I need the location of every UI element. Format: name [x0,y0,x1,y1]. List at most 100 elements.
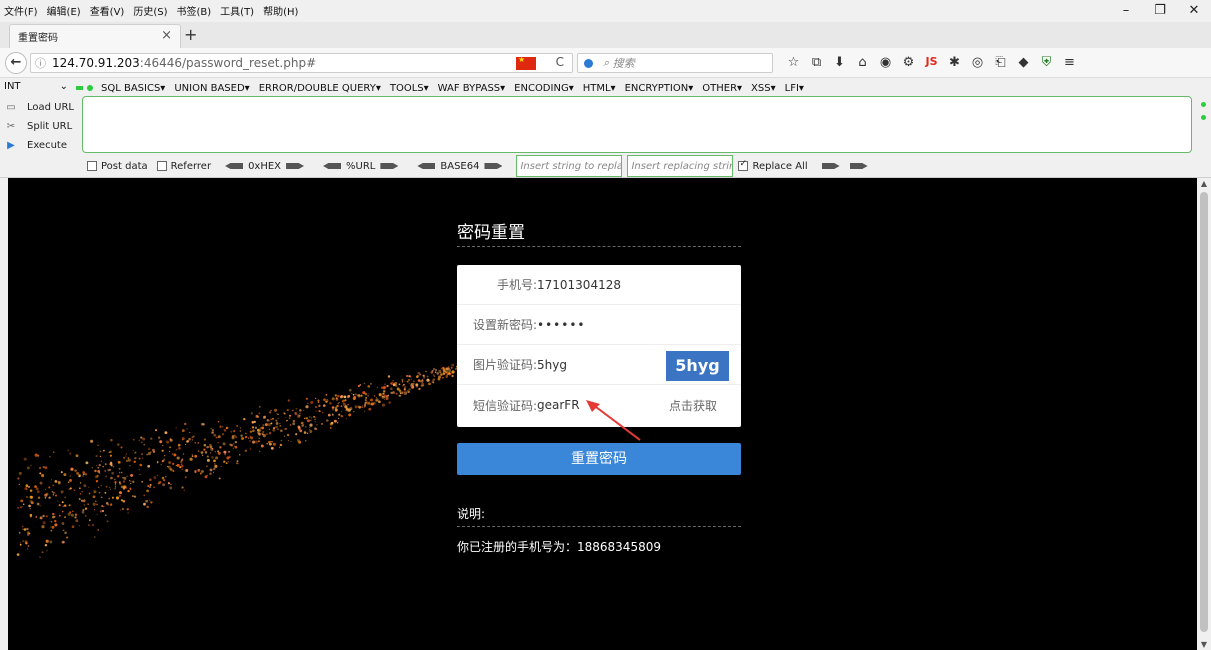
site-info-icon[interactable]: ⓘ [35,55,46,71]
scrollbar-thumb[interactable] [1200,192,1208,632]
url-bar[interactable]: ⓘ 124.70.91.203 :46446/password_reset.ph… [30,53,573,73]
bookmark-star-icon[interactable]: ☆ [782,55,805,70]
close-window-button[interactable]: ✕ [1177,0,1211,22]
password-row: 设置新密码: •••••• [457,305,741,345]
hb-menu-encryption[interactable]: ENCRYPTION▾ [625,83,694,94]
search-input[interactable]: ⌕ 搜索 [577,53,773,73]
hb-menu-html[interactable]: HTML▾ [583,83,616,94]
download-icon[interactable]: ⬇ [828,55,851,70]
base64-label: BASE64 [440,160,480,172]
hackbar-type-select[interactable]: INT ⌄ [0,81,72,95]
hb-menu-lfi[interactable]: LFI▾ [785,83,804,94]
referrer-label: Referrer [170,160,212,172]
referrer-toggle[interactable]: Referrer [156,160,212,172]
tab-close-icon[interactable]: × [161,28,172,43]
arrow-left-icon[interactable] [323,163,342,169]
reading-list-icon[interactable]: ⧉ [805,55,828,70]
shield-icon[interactable]: ⛨ [1035,55,1058,70]
menu-bookmarks[interactable]: 书签(B) [177,3,212,18]
restore-button[interactable]: ❐ [1143,0,1177,22]
hackbar-panel: INT ⌄ SQL BASICS▾ UNION BASED▾ ERROR/DOU… [0,78,1211,178]
left-edge [0,178,8,650]
execute-button[interactable]: ▶ Execute [4,136,74,155]
tab-bar: 重置密码 × [0,22,1211,48]
minimize-button[interactable]: – [1109,0,1143,22]
menu-history[interactable]: 历史(S) [133,3,167,18]
plus-icon[interactable] [87,85,93,91]
password-field[interactable]: •••••• [537,318,585,332]
replace-run-all-icon[interactable] [849,163,868,169]
search-engine-icon[interactable] [584,58,593,68]
captcha-field[interactable]: 5hyg [537,358,567,372]
sms-label: 短信验证码: [472,398,537,413]
menu-tools[interactable]: 工具(T) [220,3,254,18]
arrow-left-icon[interactable] [417,163,436,169]
replace-all-toggle[interactable]: Replace All [738,159,808,172]
reset-password-button[interactable]: 重置密码 [457,443,741,475]
menu-help[interactable]: 帮助(H) [263,3,298,18]
hamburger-menu-icon[interactable]: ≡ [1058,55,1081,70]
addon-icon[interactable]: ✱ [943,55,966,70]
split-url-label: Split URL [27,121,73,132]
hb-menu-other[interactable]: OTHER▾ [702,83,742,94]
url-enc-label: %URL [346,160,376,172]
hb-menu-error-query[interactable]: ERROR/DOUBLE QUERY▾ [259,83,381,94]
new-tab-button[interactable]: + [184,25,197,44]
search-placeholder: 搜索 [612,57,635,70]
hb-menu-tools[interactable]: TOOLS▾ [390,83,429,94]
get-sms-code-button[interactable]: 点击获取 [669,397,717,414]
phone-field[interactable]: 17101304128 [537,278,621,292]
referrer-checkbox[interactable] [156,161,167,171]
scroll-up-icon[interactable]: ▲ [1197,179,1211,188]
hb-menu-encoding[interactable]: ENCODING▾ [514,83,574,94]
replace-run-icon[interactable] [821,163,840,169]
home-icon[interactable]: ⌂ [851,55,874,70]
back-button[interactable]: ← [5,52,27,74]
menu-file[interactable]: 文件(F) [4,3,38,18]
arrow-right-icon[interactable] [286,163,305,169]
js-toggle-icon[interactable]: JS [920,55,943,70]
arrow-right-icon[interactable] [484,163,503,169]
screenshot-icon[interactable]: ⎗ [989,55,1012,70]
load-icon: ▭ [6,102,16,113]
tab-password-reset[interactable]: 重置密码 × [9,24,181,48]
vertical-scrollbar[interactable]: ▲ ▼ [1197,178,1211,650]
hackbar-options: Post data Referrer 0xHEX %URL BASE64 Ins… [87,155,873,177]
post-data-checkbox[interactable] [87,161,97,171]
hackbar-actions: ▭ Load URL ✂ Split URL ▶ Execute [4,98,74,155]
replace-input[interactable]: Insert string to replace [516,155,623,177]
hackbar-url-textarea[interactable] [82,96,1192,153]
replacing-input[interactable]: Insert replacing string [627,155,734,177]
hb-menu-sql-basics[interactable]: SQL BASICS▾ [101,83,165,94]
color-picker-icon[interactable]: ◆ [1012,55,1035,70]
expand-icon[interactable] [1201,115,1206,120]
extension-icon[interactable]: ◉ [874,55,897,70]
load-url-button[interactable]: ▭ Load URL [4,98,74,117]
play-icon: ▶ [7,140,15,151]
menu-view[interactable]: 查看(V) [90,3,125,18]
replace-all-checkbox[interactable] [738,159,749,171]
menu-edit[interactable]: 编辑(E) [47,3,81,18]
proxy-icon[interactable]: ◎ [966,55,989,70]
scroll-down-icon[interactable]: ▼ [1197,640,1211,649]
chevron-down-icon: ⌄ [59,81,68,92]
load-url-label: Load URL [27,102,75,113]
hb-menu-waf-bypass[interactable]: WAF BYPASS▾ [438,83,505,94]
hb-menu-xss[interactable]: XSS▾ [751,83,776,94]
post-data-toggle[interactable]: Post data [87,161,148,172]
collapse-icon[interactable] [1201,102,1206,107]
phone-row: 手机号: 17101304128 [457,265,741,305]
captcha-image[interactable]: 5hyg [666,351,729,381]
minus-icon[interactable] [76,86,83,90]
captcha-row: 图片验证码: 5hyg 5hyg [457,345,741,385]
arrow-right-icon[interactable] [380,163,399,169]
hb-menu-union-based[interactable]: UNION BASED▾ [174,83,249,94]
hackbar-select-value: INT [4,81,21,92]
reload-button[interactable]: C [556,55,564,69]
sms-code-field[interactable]: gearFR [537,398,580,412]
note-divider [457,526,741,527]
navigation-bar: ← ⓘ 124.70.91.203 :46446/password_reset.… [0,48,1211,78]
settings-icon[interactable]: ⚙ [897,55,920,70]
split-url-button[interactable]: ✂ Split URL [4,117,74,136]
arrow-left-icon[interactable] [225,163,244,169]
